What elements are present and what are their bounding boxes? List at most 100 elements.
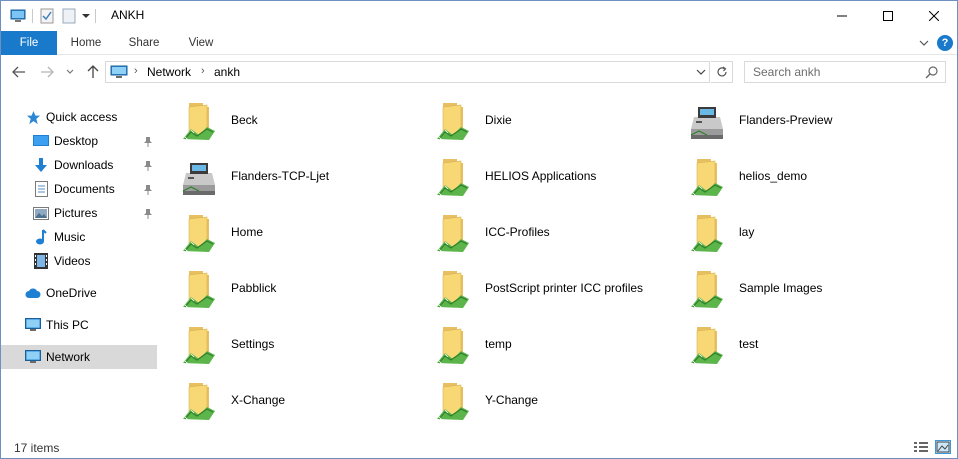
- sidebar-item-desktop[interactable]: Desktop: [1, 129, 157, 153]
- breadcrumb-ankh[interactable]: ankh: [214, 65, 240, 79]
- minimize-icon: [837, 15, 847, 17]
- item-name: helios_demo: [739, 169, 808, 183]
- share-item[interactable]: HELIOS Applications: [413, 149, 663, 205]
- maximize-button[interactable]: [865, 1, 911, 31]
- item-name: X-Change: [231, 393, 286, 407]
- computer-icon[interactable]: [7, 6, 29, 26]
- printer-item[interactable]: Flanders-Preview: [667, 93, 917, 149]
- item-name: Pabblick: [231, 281, 277, 295]
- quick-access-toolbar: [7, 6, 99, 26]
- music-icon: [33, 229, 49, 245]
- pin-icon[interactable]: [143, 160, 153, 172]
- sidebar-item-downloads[interactable]: Downloads: [1, 153, 157, 177]
- navigation-bar: › Network › ankh: [1, 56, 957, 88]
- share-item[interactable]: X-Change: [159, 373, 409, 429]
- item-name: Flanders-TCP-Ljet: [231, 169, 330, 183]
- share-item[interactable]: helios_demo: [667, 149, 917, 205]
- sidebar-item-music[interactable]: Music: [1, 225, 157, 249]
- share-item[interactable]: lay: [667, 205, 917, 261]
- share-item[interactable]: Sample Images: [667, 261, 917, 317]
- item-name: HELIOS Applications: [485, 169, 597, 183]
- item-name: Sample Images: [739, 281, 823, 295]
- share-item[interactable]: ICC-Profiles: [413, 205, 663, 261]
- sidebar-item-network[interactable]: Network: [1, 345, 157, 369]
- tab-file[interactable]: File: [1, 31, 57, 55]
- tab-home[interactable]: Home: [57, 31, 115, 55]
- pin-icon[interactable]: [143, 184, 153, 196]
- help-button[interactable]: ?: [937, 35, 953, 51]
- breadcrumb-chevron-icon[interactable]: ›: [134, 65, 138, 77]
- refresh-icon: [716, 66, 727, 77]
- toolbar-separator: [95, 9, 96, 23]
- title-bar: ANKH: [1, 1, 957, 31]
- network-share-folder-icon: [687, 155, 727, 199]
- share-item[interactable]: Y-Change: [413, 373, 663, 429]
- large-icons-view-icon: [936, 441, 950, 453]
- sidebar-item-label: Documents: [54, 182, 115, 196]
- printer-item[interactable]: Flanders-TCP-Ljet: [159, 149, 409, 205]
- new-folder-icon[interactable]: [58, 6, 80, 26]
- sidebar-item-quick-access[interactable]: Quick access: [1, 105, 157, 129]
- minimize-button[interactable]: [819, 1, 865, 31]
- item-name: temp: [485, 337, 512, 351]
- share-item[interactable]: Beck: [159, 93, 409, 149]
- chevron-down-icon: [696, 69, 706, 75]
- breadcrumb-chevron-icon[interactable]: ›: [201, 65, 205, 77]
- search-icon[interactable]: [925, 65, 939, 79]
- sidebar-item-label: Downloads: [54, 158, 114, 172]
- share-item[interactable]: Pabblick: [159, 261, 409, 317]
- sidebar-item-label: Videos: [54, 254, 91, 268]
- explorer-window: ANKH File Home Share View ? › Network › …: [0, 0, 958, 459]
- recent-locations-button[interactable]: [63, 62, 77, 82]
- expand-ribbon-button[interactable]: [917, 36, 931, 50]
- pin-icon[interactable]: [143, 208, 153, 220]
- sidebar-item-videos[interactable]: Videos: [1, 249, 157, 273]
- share-item[interactable]: temp: [413, 317, 663, 373]
- item-name: ICC-Profiles: [485, 225, 550, 239]
- item-name: Beck: [231, 113, 258, 127]
- item-name: test: [739, 337, 759, 351]
- network-share-folder-icon: [687, 323, 727, 367]
- maximize-icon: [883, 11, 893, 21]
- network-icon: [110, 65, 128, 79]
- sidebar-item-this-pc[interactable]: This PC: [1, 313, 157, 337]
- network-share-folder-icon: [179, 99, 219, 143]
- network-share-folder-icon: [433, 99, 473, 143]
- search-input[interactable]: [745, 62, 921, 82]
- address-bar[interactable]: › Network › ankh: [105, 61, 710, 83]
- star-icon: [25, 109, 41, 125]
- ribbon-tabs: File Home Share View ?: [1, 31, 957, 55]
- tab-view[interactable]: View: [173, 31, 229, 55]
- details-view-button[interactable]: [913, 440, 929, 454]
- documents-icon: [33, 181, 49, 197]
- share-item[interactable]: Settings: [159, 317, 409, 373]
- share-item[interactable]: Home: [159, 205, 409, 261]
- forward-button[interactable]: [37, 62, 57, 82]
- back-button[interactable]: [9, 62, 29, 82]
- close-button[interactable]: [911, 1, 957, 31]
- refresh-button[interactable]: [711, 61, 733, 83]
- sidebar-item-documents[interactable]: Documents: [1, 177, 157, 201]
- share-item[interactable]: Dixie: [413, 93, 663, 149]
- sidebar-item-label: This PC: [46, 318, 89, 332]
- item-name: Settings: [231, 337, 275, 351]
- search-box[interactable]: [744, 61, 946, 83]
- dropdown-arrow-icon[interactable]: [80, 6, 92, 26]
- breadcrumb-network[interactable]: Network: [147, 65, 191, 79]
- details-view-icon: [914, 442, 928, 452]
- sidebar-item-onedrive[interactable]: OneDrive: [1, 281, 157, 305]
- network-share-folder-icon: [433, 155, 473, 199]
- properties-icon[interactable]: [36, 6, 58, 26]
- pin-icon[interactable]: [143, 136, 153, 148]
- item-name: Home: [231, 225, 264, 239]
- address-dropdown-button[interactable]: [694, 65, 708, 79]
- share-item[interactable]: PostScript printer ICC profiles: [413, 261, 663, 317]
- share-item[interactable]: test: [667, 317, 917, 373]
- sidebar-item-pictures[interactable]: Pictures: [1, 201, 157, 225]
- chevron-down-icon: [66, 69, 74, 74]
- item-count: 17 items: [14, 441, 60, 455]
- large-icons-view-button[interactable]: [935, 440, 951, 454]
- tab-share[interactable]: Share: [115, 31, 173, 55]
- up-button[interactable]: [83, 62, 103, 82]
- network-share-folder-icon: [687, 267, 727, 311]
